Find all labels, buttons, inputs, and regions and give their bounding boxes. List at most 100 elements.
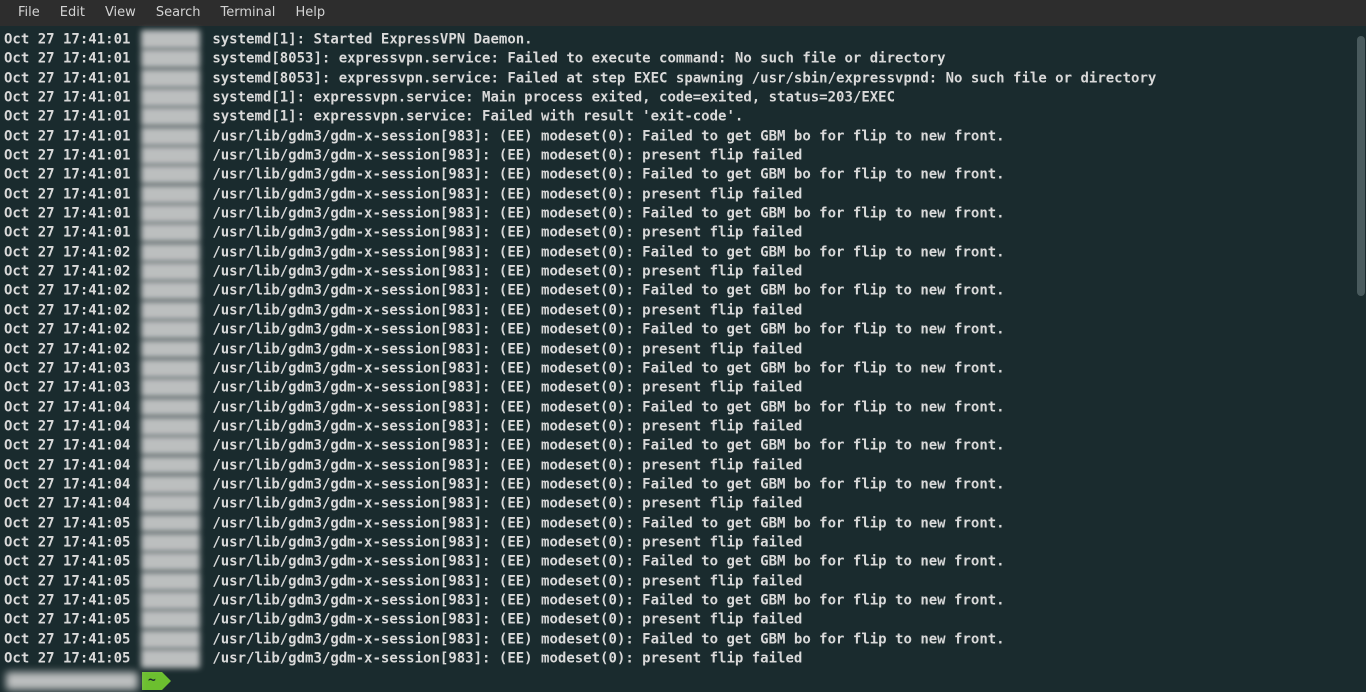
log-message: systemd[1]: Started ExpressVPN Daemon. <box>212 31 532 47</box>
log-timestamp: Oct 27 17:41:04 <box>4 399 130 415</box>
log-timestamp: Oct 27 17:41:05 <box>4 573 130 589</box>
log-message: /usr/lib/gdm3/gdm-x-session[983]: (EE) m… <box>212 283 1004 299</box>
log-hostname-redacted <box>141 456 200 475</box>
menubar: FileEditViewSearchTerminalHelp <box>0 0 1366 26</box>
shell-prompt[interactable]: ~ <box>4 670 1362 692</box>
log-line: Oct 27 17:41:01 /usr/lib/gdm3/gdm-x-sess… <box>4 146 1362 165</box>
log-hostname-redacted <box>141 262 200 281</box>
log-hostname-redacted <box>141 514 200 533</box>
log-hostname-redacted <box>141 243 200 262</box>
log-message: /usr/lib/gdm3/gdm-x-session[983]: (EE) m… <box>212 592 1004 608</box>
log-line: Oct 27 17:41:01 systemd[8053]: expressvp… <box>4 69 1362 88</box>
log-line: Oct 27 17:41:05 /usr/lib/gdm3/gdm-x-sess… <box>4 591 1362 610</box>
log-message: /usr/lib/gdm3/gdm-x-session[983]: (EE) m… <box>212 457 802 473</box>
log-hostname-redacted <box>141 649 200 668</box>
log-hostname-redacted <box>141 281 200 300</box>
log-message: /usr/lib/gdm3/gdm-x-session[983]: (EE) m… <box>212 360 1004 376</box>
log-timestamp: Oct 27 17:41:04 <box>4 438 130 454</box>
log-line: Oct 27 17:41:01 /usr/lib/gdm3/gdm-x-sess… <box>4 223 1362 242</box>
log-hostname-redacted <box>141 494 200 513</box>
log-timestamp: Oct 27 17:41:01 <box>4 225 130 241</box>
log-timestamp: Oct 27 17:41:04 <box>4 496 130 512</box>
log-message: /usr/lib/gdm3/gdm-x-session[983]: (EE) m… <box>212 573 802 589</box>
log-timestamp: Oct 27 17:41:02 <box>4 341 130 357</box>
log-hostname-redacted <box>141 320 200 339</box>
menu-search[interactable]: Search <box>146 0 211 26</box>
log-line: Oct 27 17:41:01 systemd[1]: expressvpn.s… <box>4 107 1362 126</box>
log-timestamp: Oct 27 17:41:05 <box>4 515 130 531</box>
log-hostname-redacted <box>141 301 200 320</box>
terminal-output[interactable]: Oct 27 17:41:01 systemd[1]: Started Expr… <box>0 26 1366 692</box>
log-timestamp: Oct 27 17:41:01 <box>4 89 130 105</box>
menu-help[interactable]: Help <box>285 0 335 26</box>
prompt-cwd-segment: ~ <box>142 672 171 690</box>
log-line: Oct 27 17:41:04 /usr/lib/gdm3/gdm-x-sess… <box>4 398 1362 417</box>
log-message: /usr/lib/gdm3/gdm-x-session[983]: (EE) m… <box>212 380 802 396</box>
log-hostname-redacted <box>141 610 200 629</box>
log-hostname-redacted <box>141 436 200 455</box>
log-line: Oct 27 17:41:05 /usr/lib/gdm3/gdm-x-sess… <box>4 610 1362 629</box>
log-timestamp: Oct 27 17:41:01 <box>4 31 130 47</box>
log-line: Oct 27 17:41:02 /usr/lib/gdm3/gdm-x-sess… <box>4 243 1362 262</box>
log-timestamp: Oct 27 17:41:05 <box>4 592 130 608</box>
log-line: Oct 27 17:41:03 /usr/lib/gdm3/gdm-x-sess… <box>4 378 1362 397</box>
log-hostname-redacted <box>141 204 200 223</box>
log-hostname-redacted <box>141 88 200 107</box>
log-line: Oct 27 17:41:01 systemd[8053]: expressvp… <box>4 49 1362 68</box>
log-line: Oct 27 17:41:02 /usr/lib/gdm3/gdm-x-sess… <box>4 281 1362 300</box>
prompt-user-host-redacted <box>6 672 138 690</box>
log-line: Oct 27 17:41:04 /usr/lib/gdm3/gdm-x-sess… <box>4 436 1362 455</box>
log-hostname-redacted <box>141 30 200 49</box>
log-hostname-redacted <box>141 69 200 88</box>
log-line: Oct 27 17:41:01 systemd[1]: expressvpn.s… <box>4 88 1362 107</box>
log-timestamp: Oct 27 17:41:02 <box>4 302 130 318</box>
log-message: /usr/lib/gdm3/gdm-x-session[983]: (EE) m… <box>212 264 802 280</box>
log-line: Oct 27 17:41:01 /usr/lib/gdm3/gdm-x-sess… <box>4 127 1362 146</box>
log-line: Oct 27 17:41:02 /usr/lib/gdm3/gdm-x-sess… <box>4 320 1362 339</box>
log-hostname-redacted <box>141 475 200 494</box>
log-hostname-redacted <box>141 107 200 126</box>
log-message: /usr/lib/gdm3/gdm-x-session[983]: (EE) m… <box>212 225 802 241</box>
log-hostname-redacted <box>141 359 200 378</box>
log-message: /usr/lib/gdm3/gdm-x-session[983]: (EE) m… <box>212 650 802 666</box>
log-line: Oct 27 17:41:05 /usr/lib/gdm3/gdm-x-sess… <box>4 630 1362 649</box>
log-message: /usr/lib/gdm3/gdm-x-session[983]: (EE) m… <box>212 476 1004 492</box>
log-hostname-redacted <box>141 398 200 417</box>
log-timestamp: Oct 27 17:41:01 <box>4 167 130 183</box>
log-timestamp: Oct 27 17:41:01 <box>4 109 130 125</box>
log-message: /usr/lib/gdm3/gdm-x-session[983]: (EE) m… <box>212 167 1004 183</box>
menu-file[interactable]: File <box>8 0 50 26</box>
log-timestamp: Oct 27 17:41:05 <box>4 554 130 570</box>
log-line: Oct 27 17:41:05 /usr/lib/gdm3/gdm-x-sess… <box>4 572 1362 591</box>
log-message: systemd[1]: expressvpn.service: Failed w… <box>212 109 743 125</box>
log-hostname-redacted <box>141 185 200 204</box>
log-message: /usr/lib/gdm3/gdm-x-session[983]: (EE) m… <box>212 554 1004 570</box>
log-line: Oct 27 17:41:04 /usr/lib/gdm3/gdm-x-sess… <box>4 417 1362 436</box>
log-timestamp: Oct 27 17:41:03 <box>4 380 130 396</box>
log-line: Oct 27 17:41:01 /usr/lib/gdm3/gdm-x-sess… <box>4 185 1362 204</box>
log-hostname-redacted <box>141 49 200 68</box>
log-message: /usr/lib/gdm3/gdm-x-session[983]: (EE) m… <box>212 418 802 434</box>
scrollbar-thumb[interactable] <box>1357 36 1365 296</box>
chevron-right-icon <box>162 672 171 690</box>
log-timestamp: Oct 27 17:41:01 <box>4 186 130 202</box>
log-timestamp: Oct 27 17:41:02 <box>4 264 130 280</box>
log-hostname-redacted <box>141 146 200 165</box>
log-line: Oct 27 17:41:05 /usr/lib/gdm3/gdm-x-sess… <box>4 533 1362 552</box>
log-message: /usr/lib/gdm3/gdm-x-session[983]: (EE) m… <box>212 496 802 512</box>
menu-view[interactable]: View <box>95 0 146 26</box>
log-timestamp: Oct 27 17:41:05 <box>4 650 130 666</box>
menu-terminal[interactable]: Terminal <box>210 0 285 26</box>
log-line: Oct 27 17:41:04 /usr/lib/gdm3/gdm-x-sess… <box>4 494 1362 513</box>
menu-edit[interactable]: Edit <box>50 0 95 26</box>
log-hostname-redacted <box>141 378 200 397</box>
scrollbar[interactable] <box>1356 26 1366 690</box>
log-message: /usr/lib/gdm3/gdm-x-session[983]: (EE) m… <box>212 148 802 164</box>
log-timestamp: Oct 27 17:41:02 <box>4 322 130 338</box>
log-message: /usr/lib/gdm3/gdm-x-session[983]: (EE) m… <box>212 438 1004 454</box>
log-message: /usr/lib/gdm3/gdm-x-session[983]: (EE) m… <box>212 399 1004 415</box>
log-hostname-redacted <box>141 591 200 610</box>
log-timestamp: Oct 27 17:41:03 <box>4 360 130 376</box>
log-line: Oct 27 17:41:02 /usr/lib/gdm3/gdm-x-sess… <box>4 262 1362 281</box>
log-timestamp: Oct 27 17:41:05 <box>4 631 130 647</box>
